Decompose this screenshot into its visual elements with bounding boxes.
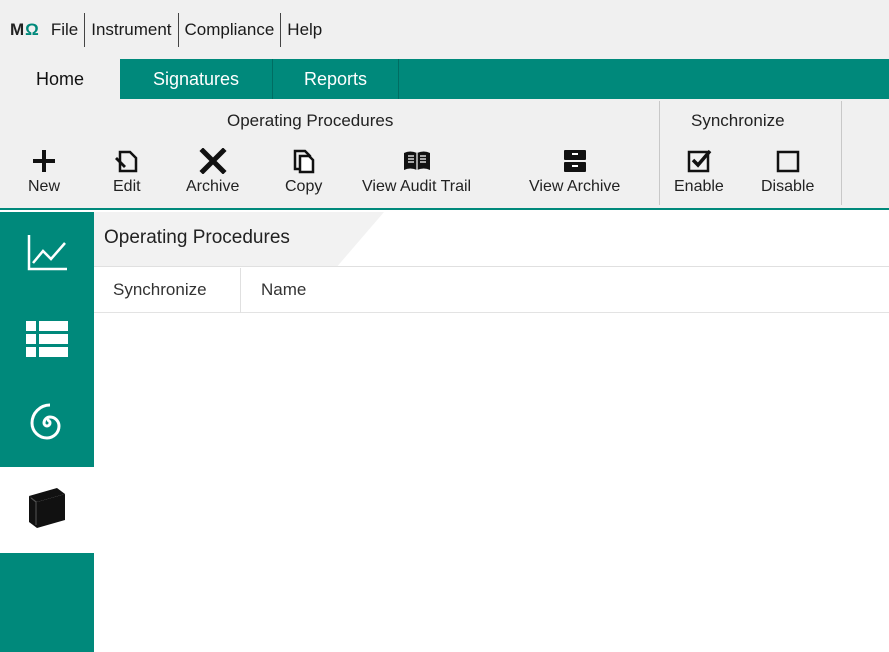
plus-icon	[31, 147, 57, 175]
edit-label: Edit	[113, 178, 141, 195]
logo-accent: Ω	[25, 19, 39, 39]
file-box-icon	[561, 147, 589, 175]
ribbon-group-divider	[841, 101, 842, 205]
menu-instrument[interactable]: Instrument	[85, 14, 177, 46]
copy-button[interactable]: Copy	[285, 147, 322, 196]
enable-sync-button[interactable]: Enable	[674, 147, 724, 196]
open-book-icon	[402, 147, 432, 175]
edit-button[interactable]: Edit	[113, 147, 141, 196]
line-chart-icon	[25, 233, 69, 278]
empty-box-icon	[775, 147, 801, 175]
menu-file[interactable]: File	[45, 14, 84, 46]
menu-compliance[interactable]: Compliance	[179, 14, 281, 46]
new-label: New	[28, 178, 61, 195]
ribbon: Operating Procedures Synchronize New Edi…	[0, 99, 889, 210]
tab-signatures[interactable]: Signatures	[120, 59, 273, 99]
tab-reports[interactable]: Reports	[273, 59, 399, 99]
logo-letter: M	[10, 19, 25, 39]
archive-x-icon	[199, 147, 227, 175]
rail-item-charts[interactable]	[0, 212, 94, 298]
edit-icon	[114, 147, 140, 175]
ribbon-tab-bar: Home Signatures Reports	[0, 59, 889, 99]
column-header-name[interactable]: Name	[261, 280, 306, 300]
archive-label: Archive	[186, 178, 240, 195]
group-title-operating-procedures: Operating Procedures	[227, 111, 394, 130]
group-title-synchronize: Synchronize	[691, 111, 785, 130]
menu-help[interactable]: Help	[281, 14, 328, 46]
copy-icon	[292, 147, 316, 175]
panel-header: Operating Procedures	[94, 212, 889, 267]
rail-item-list[interactable]	[0, 298, 94, 384]
menu-bar: MΩ File Instrument Compliance Help	[0, 0, 889, 59]
disable-label: Disable	[761, 178, 815, 195]
column-divider[interactable]	[240, 268, 241, 313]
left-nav-rail	[0, 212, 94, 652]
app-logo: MΩ	[10, 20, 39, 40]
archive-button[interactable]: Archive	[186, 147, 239, 196]
procedures-table-body	[94, 314, 889, 652]
column-header-synchronize[interactable]: Synchronize	[113, 280, 207, 300]
table-header: Synchronize Name	[94, 268, 889, 313]
disable-sync-button[interactable]: Disable	[761, 147, 814, 196]
enable-label: Enable	[674, 178, 724, 195]
view-archive-button[interactable]: View Archive	[529, 147, 620, 196]
panel-title: Operating Procedures	[104, 227, 290, 248]
ribbon-group-divider	[659, 101, 660, 205]
checked-box-icon	[686, 147, 712, 175]
rail-item-spectra[interactable]	[0, 384, 94, 467]
rail-item-procedures[interactable]	[0, 467, 94, 553]
spiral-icon	[25, 401, 69, 450]
new-button[interactable]: New	[28, 147, 60, 196]
view-audit-trail-label: View Audit Trail	[362, 178, 472, 195]
rail-item-empty[interactable]	[0, 553, 94, 652]
tab-home[interactable]: Home	[0, 59, 120, 99]
view-archive-label: View Archive	[529, 178, 621, 195]
book-icon	[23, 486, 71, 535]
list-icon	[24, 319, 70, 364]
copy-label: Copy	[285, 178, 323, 195]
view-audit-trail-button[interactable]: View Audit Trail	[362, 147, 471, 196]
